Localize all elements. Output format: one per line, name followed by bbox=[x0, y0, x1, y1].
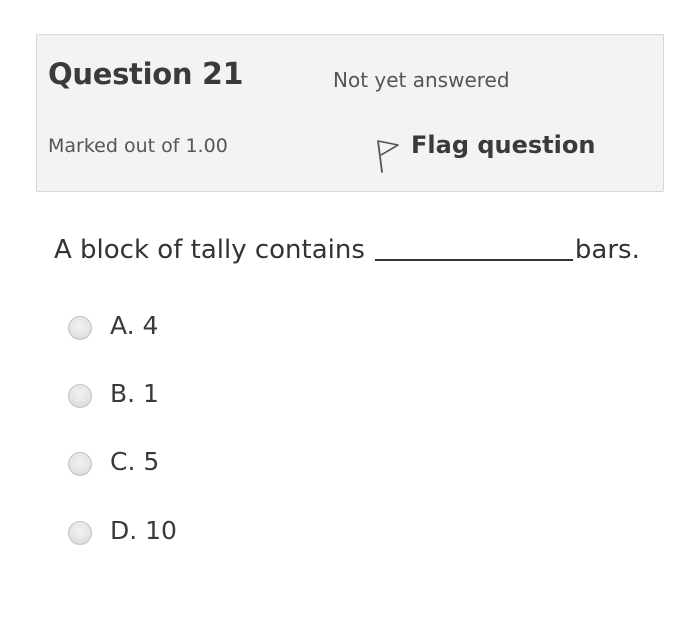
question-text-after-blank: bars. bbox=[574, 235, 640, 265]
option-a-radio[interactable] bbox=[68, 316, 92, 340]
answer-blank bbox=[374, 233, 573, 261]
question-info-panel: Question 21 Not yet answered Marked out … bbox=[36, 34, 664, 192]
question-grade: Marked out of 1.00 bbox=[48, 135, 228, 157]
flag-question-button[interactable]: Flag question bbox=[375, 129, 596, 173]
option-d-radio[interactable] bbox=[68, 521, 92, 545]
option-c[interactable]: C. 5 bbox=[68, 446, 159, 476]
question-heading: Question 21 bbox=[48, 57, 243, 92]
option-c-radio[interactable] bbox=[68, 452, 92, 476]
option-b-radio[interactable] bbox=[68, 384, 92, 408]
quiz-page: Question 21 Not yet answered Marked out … bbox=[0, 0, 700, 618]
flag-outline-icon bbox=[377, 140, 399, 173]
option-c-label[interactable]: C. 5 bbox=[110, 447, 159, 476]
question-title-prefix: Question bbox=[48, 57, 193, 91]
question-number: 21 bbox=[202, 57, 244, 92]
question-text-before-blank: A block of tally contains bbox=[54, 235, 365, 265]
option-b[interactable]: B. 1 bbox=[68, 378, 159, 408]
option-d-label[interactable]: D. 10 bbox=[110, 516, 177, 545]
option-d[interactable]: D. 10 bbox=[68, 515, 177, 545]
question-text: A block of tally contains bars. bbox=[54, 230, 640, 265]
option-a[interactable]: A. 4 bbox=[68, 310, 158, 340]
option-b-label[interactable]: B. 1 bbox=[110, 379, 159, 408]
question-state: Not yet answered bbox=[333, 68, 510, 92]
option-a-label[interactable]: A. 4 bbox=[110, 311, 158, 340]
flag-question-label: Flag question bbox=[411, 131, 596, 159]
